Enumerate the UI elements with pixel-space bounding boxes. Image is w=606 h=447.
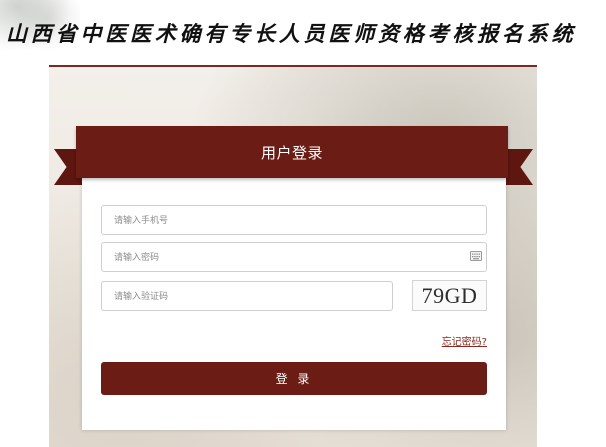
captcha-image[interactable]: 79GD [412, 280, 487, 311]
captcha-input[interactable] [101, 281, 393, 311]
keyboard-icon[interactable] [470, 251, 482, 261]
captcha-code: 79GD [421, 282, 478, 308]
forgot-password-link[interactable]: 忘记密码? [442, 333, 487, 348]
password-input[interactable] [101, 242, 487, 272]
login-button[interactable]: 登 录 [101, 362, 487, 395]
login-header-ribbon: 用户登录 [76, 126, 508, 178]
login-title: 用户登录 [260, 143, 323, 162]
phone-input[interactable] [101, 205, 487, 235]
page-title: 山西省中医医术确有专长人员医师资格考核报名系统 [6, 21, 577, 46]
